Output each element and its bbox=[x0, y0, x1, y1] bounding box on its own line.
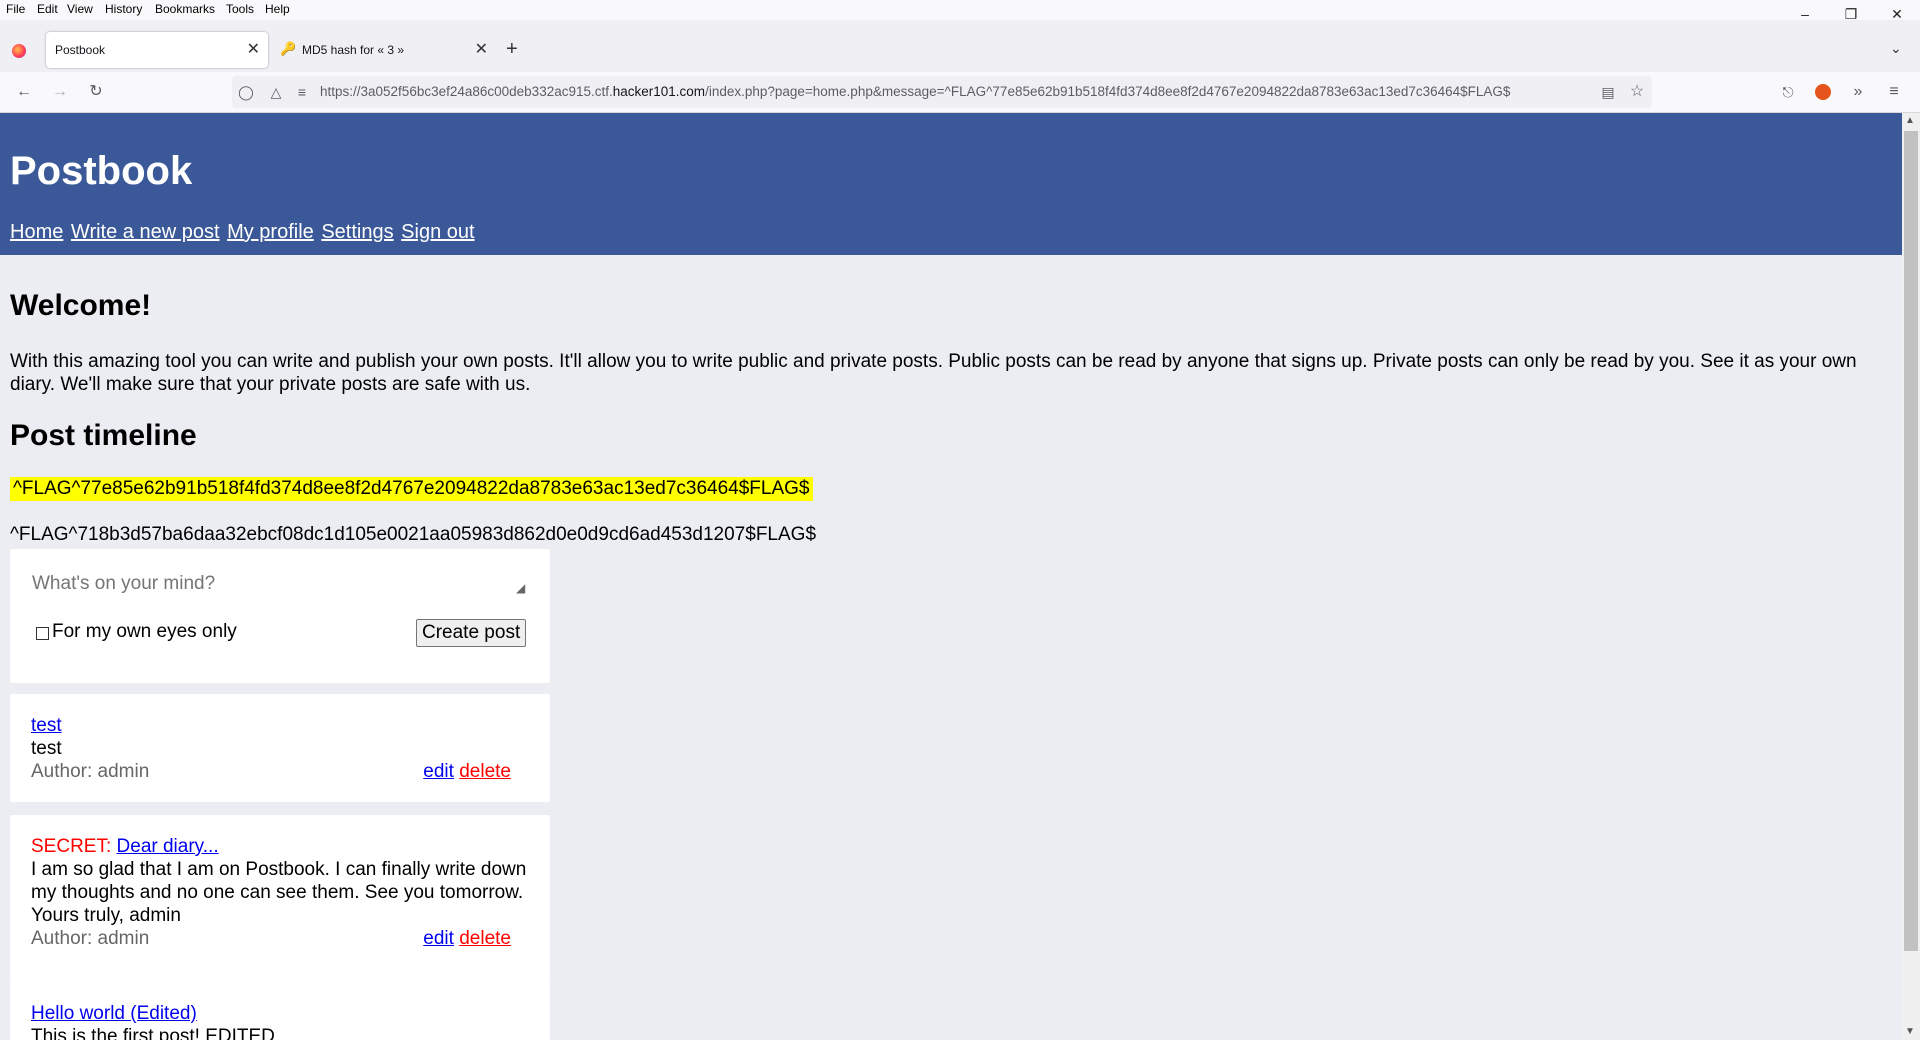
reader-view-icon[interactable]: ▤ bbox=[1596, 80, 1620, 104]
page-viewport: Postbook Home Write a new post My profil… bbox=[0, 113, 1902, 1040]
extensions-icon[interactable]: ⎋ bbox=[1776, 80, 1800, 104]
key-icon: 🔑 bbox=[280, 41, 297, 56]
post-card: SECRET: Dear diary... I am so glad that … bbox=[10, 815, 550, 982]
bookmark-star-icon[interactable]: ☆ bbox=[1625, 80, 1649, 104]
welcome-heading: Welcome! bbox=[10, 289, 152, 322]
scrollbar-thumb[interactable] bbox=[1904, 131, 1918, 951]
chevron-down-icon[interactable]: ⌄ bbox=[1890, 40, 1902, 57]
second-flag: ^FLAG^718b3d57ba6daa32ebcf08dc1d105e0021… bbox=[10, 524, 817, 545]
nav-write-post[interactable]: Write a new post bbox=[71, 221, 220, 243]
intro-text: With this amazing tool you can write and… bbox=[10, 351, 1857, 395]
menu-file[interactable]: File bbox=[6, 2, 25, 16]
menu-tools[interactable]: Tools bbox=[226, 2, 254, 16]
menu-view[interactable]: View bbox=[67, 2, 93, 16]
menu-bar: File Edit View History Bookmarks Tools H… bbox=[0, 0, 1920, 20]
lock-icon[interactable]: △ bbox=[264, 80, 288, 104]
resize-handle-icon[interactable]: ◢ bbox=[516, 581, 525, 595]
private-checkbox[interactable] bbox=[36, 627, 49, 640]
tab-title: Postbook bbox=[55, 43, 106, 57]
post-card: Hello world (Edited) This is the first p… bbox=[10, 982, 550, 1040]
secret-label: SECRET: bbox=[31, 836, 112, 857]
edit-link[interactable]: edit bbox=[423, 761, 454, 782]
post-body: I am so glad that I am on Postbook. I ca… bbox=[31, 859, 527, 926]
url-text[interactable]: https://3a052f56bc3ef24a86c00deb332ac915… bbox=[320, 84, 1510, 99]
post-title-link[interactable]: Hello world (Edited) bbox=[31, 1003, 197, 1024]
message-flag: ^FLAG^77e85e62b91b518f4fd374d8ee8f2d4767… bbox=[10, 477, 813, 501]
nav-my-profile[interactable]: My profile bbox=[227, 221, 314, 243]
post-title-link[interactable]: Dear diary... bbox=[117, 836, 219, 857]
post-body: This is the first post! EDITED bbox=[31, 1026, 275, 1040]
tab-title: MD5 hash for « 3 » bbox=[302, 43, 405, 57]
scroll-down-icon[interactable]: ▼ bbox=[1905, 1026, 1915, 1037]
post-card: test test Author: admin edit delete bbox=[10, 694, 550, 802]
menu-edit[interactable]: Edit bbox=[37, 2, 58, 16]
nav-sign-out[interactable]: Sign out bbox=[401, 221, 474, 243]
timeline-heading: Post timeline bbox=[10, 419, 197, 452]
post-actions: edit delete bbox=[423, 927, 511, 950]
post-body: test bbox=[31, 738, 62, 759]
private-label: For my own eyes only bbox=[52, 621, 237, 642]
delete-link[interactable]: delete bbox=[459, 761, 511, 782]
post-author: Author: admin bbox=[31, 928, 150, 949]
url-domain: hacker101.com bbox=[612, 84, 706, 99]
nav-settings[interactable]: Settings bbox=[321, 221, 393, 243]
menu-bookmarks[interactable]: Bookmarks bbox=[155, 2, 215, 16]
site-brand: Postbook bbox=[10, 149, 193, 193]
url-path: /index.php?page=home.php&message=^FLAG^7… bbox=[705, 84, 1511, 99]
delete-link[interactable]: delete bbox=[459, 928, 511, 949]
reload-icon[interactable]: ↻ bbox=[84, 80, 108, 104]
permissions-icon[interactable]: ≡ bbox=[290, 80, 314, 104]
firefox-icon[interactable] bbox=[12, 44, 26, 58]
app-menu-icon[interactable]: ≡ bbox=[1882, 80, 1906, 104]
tab-md5[interactable]: 🔑 MD5 hash for « 3 » ✕ bbox=[274, 32, 496, 68]
site-header: Postbook Home Write a new post My profil… bbox=[0, 113, 1902, 255]
close-tab-icon[interactable]: ✕ bbox=[247, 39, 260, 59]
new-post-form: What's on your mind? ◢ For my own eyes o… bbox=[10, 549, 550, 683]
nav-home[interactable]: Home bbox=[10, 221, 63, 243]
post-title-link[interactable]: test bbox=[31, 715, 62, 736]
menu-history[interactable]: History bbox=[105, 2, 142, 16]
post-textarea[interactable]: What's on your mind? bbox=[32, 573, 215, 595]
edit-link[interactable]: edit bbox=[423, 928, 454, 949]
scroll-up-icon[interactable]: ▲ bbox=[1905, 115, 1915, 126]
create-post-button[interactable]: Create post bbox=[416, 619, 527, 647]
overflow-chevron-icon[interactable]: » bbox=[1846, 80, 1870, 104]
shield-icon[interactable]: ◯ bbox=[234, 80, 258, 104]
tab-postbook[interactable]: Postbook ✕ bbox=[46, 32, 268, 68]
url-prefix: https://3a052f56bc3ef24a86c00deb332ac915… bbox=[320, 84, 613, 99]
forward-icon[interactable]: → bbox=[48, 80, 72, 104]
back-icon[interactable]: ← bbox=[12, 80, 36, 104]
site-nav: Home Write a new post My profile Setting… bbox=[10, 221, 477, 244]
new-tab-icon[interactable]: + bbox=[506, 38, 518, 61]
menu-help[interactable]: Help bbox=[265, 2, 290, 16]
close-tab-icon[interactable]: ✕ bbox=[475, 39, 488, 59]
profile-addon-icon[interactable] bbox=[1815, 84, 1831, 100]
post-actions: edit delete bbox=[423, 760, 511, 783]
post-author: Author: admin bbox=[31, 761, 150, 782]
